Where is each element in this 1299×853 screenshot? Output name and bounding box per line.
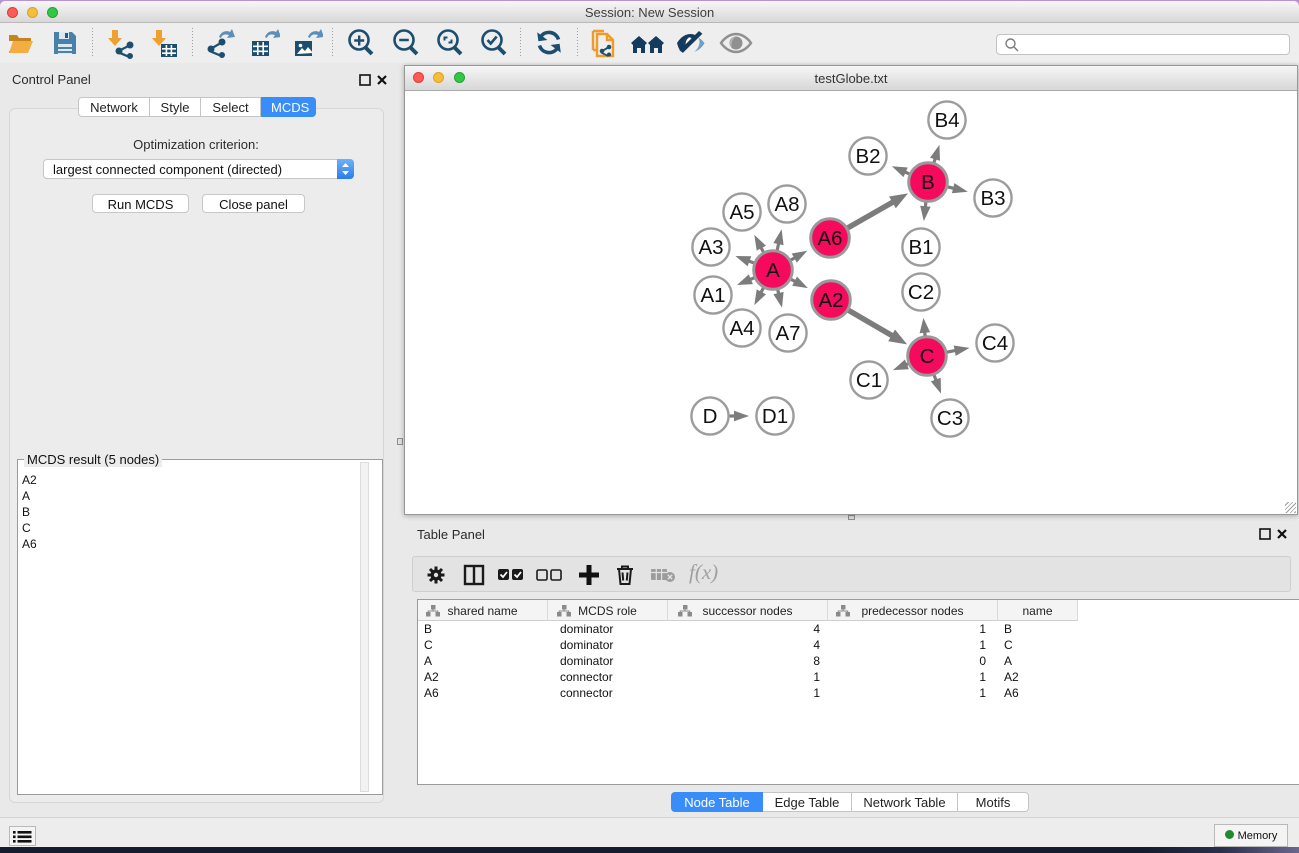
svg-text:B2: B2 — [855, 145, 880, 168]
svg-text:B1: B1 — [908, 236, 933, 259]
svg-text:A4: A4 — [729, 317, 754, 340]
svg-text:C4: C4 — [982, 332, 1008, 355]
svg-text:A3: A3 — [698, 236, 723, 259]
svg-text:A2: A2 — [818, 289, 843, 312]
svg-text:A8: A8 — [774, 193, 799, 216]
svg-text:C1: C1 — [856, 369, 882, 392]
svg-text:C3: C3 — [937, 407, 963, 430]
svg-text:A6: A6 — [817, 227, 842, 250]
svg-text:A7: A7 — [775, 322, 800, 345]
svg-text:D1: D1 — [762, 405, 788, 428]
svg-text:C2: C2 — [908, 281, 934, 304]
svg-text:B: B — [921, 171, 935, 194]
svg-text:A5: A5 — [729, 201, 754, 224]
svg-text:A: A — [766, 259, 780, 282]
svg-text:A1: A1 — [700, 284, 725, 307]
svg-text:D: D — [703, 405, 718, 428]
svg-text:B4: B4 — [934, 109, 959, 132]
svg-text:B3: B3 — [980, 187, 1005, 210]
svg-text:C: C — [920, 345, 935, 368]
